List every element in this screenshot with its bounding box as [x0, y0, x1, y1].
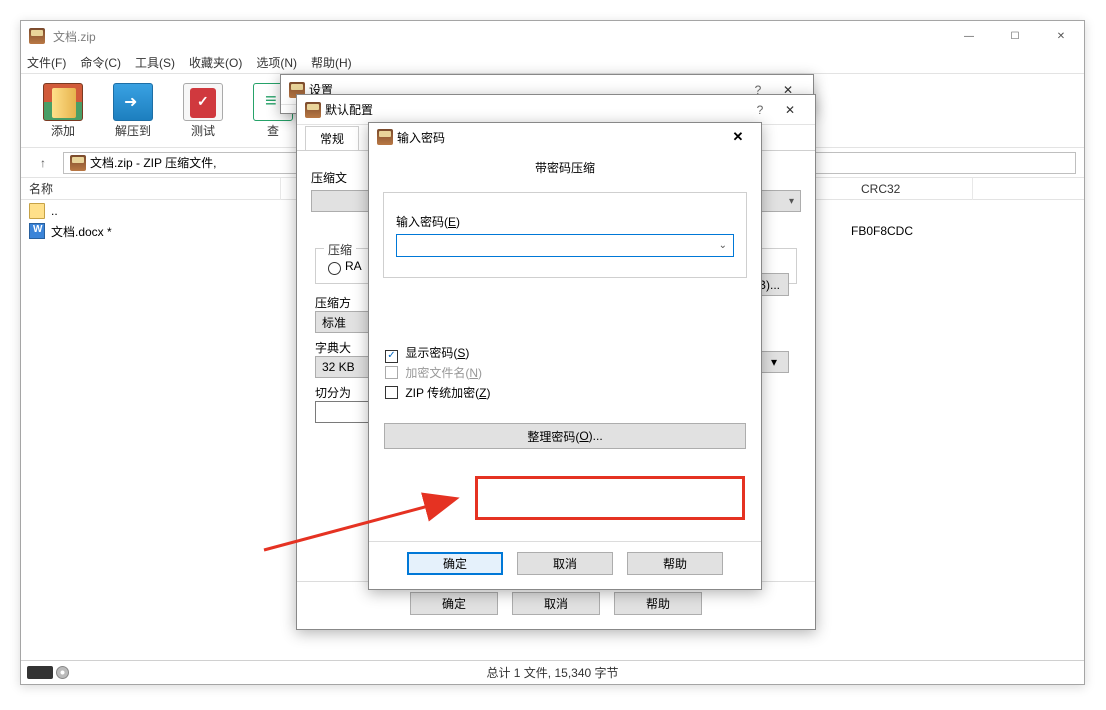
status-text: 总计 1 文件, 15,340 字节 — [486, 664, 618, 681]
toolbar-test-button[interactable]: 测试 — [173, 83, 233, 139]
organize-passwords-button[interactable]: 整理密码(O)... — [384, 423, 746, 449]
window-title: 文档.zip — [53, 28, 96, 45]
menu-command[interactable]: 命令(C) — [80, 54, 121, 71]
winrar-icon — [29, 28, 45, 44]
toolbar-test-label: 测试 — [191, 122, 215, 139]
checkbox-zip-legacy-row[interactable]: ZIP 传统加密(Z) — [385, 384, 745, 401]
chevron-down-icon: ⌄ — [719, 240, 727, 251]
toolbar-extract-label: 解压到 — [115, 122, 151, 139]
radio-rar-label: RA — [345, 259, 362, 273]
checkbox-encrypt-names-row: 加密文件名(N) — [385, 364, 745, 381]
chevron-down-icon: ▾ — [789, 196, 794, 207]
menu-help[interactable]: 帮助(H) — [311, 54, 352, 71]
chevron-down-icon: ▾ — [771, 355, 777, 369]
tab-general[interactable]: 常规 — [305, 126, 359, 150]
config-help-button[interactable]: 帮助 — [614, 592, 702, 615]
folder-icon — [29, 203, 45, 219]
toolbar-add-label: 添加 — [51, 122, 75, 139]
config-ok-button[interactable]: 确定 — [410, 592, 498, 615]
menu-options[interactable]: 选项(N) — [256, 54, 297, 71]
disc-icon — [56, 666, 69, 679]
menu-file[interactable]: 文件(F) — [27, 54, 66, 71]
list-item-label: .. — [51, 204, 58, 218]
settings-dropdown[interactable]: ▾ — [759, 351, 789, 373]
checkbox-show-password[interactable] — [385, 350, 398, 363]
password-titlebar: 输入密码 ✕ — [369, 123, 761, 151]
crc-value: FB0F8CDC — [851, 224, 913, 238]
statusbar-left — [27, 666, 69, 679]
password-dialog: 输入密码 ✕ 带密码压缩 输入密码(E) ⌄ 显示密码(S) 加密文件名(N) — [368, 122, 762, 590]
dict-value: 32 KB — [322, 360, 355, 374]
password-group: 输入密码(E) ⌄ — [383, 192, 747, 278]
close-icon[interactable]: ✕ — [773, 103, 807, 117]
password-title: 输入密码 — [397, 129, 445, 146]
config-title: 默认配置 — [325, 101, 373, 118]
split-input[interactable] — [315, 401, 369, 423]
password-heading: 带密码压缩 — [381, 159, 749, 176]
list-item-label: 文档.docx * — [51, 223, 112, 240]
drive-icon — [27, 666, 53, 679]
password-help-button[interactable]: 帮助 — [627, 552, 723, 575]
help-icon[interactable]: ? — [747, 103, 773, 117]
toolbar-add-button[interactable]: 添加 — [33, 83, 93, 139]
password-ok-button[interactable]: 确定 — [407, 552, 503, 575]
archive-icon — [70, 155, 86, 171]
test-icon — [183, 83, 223, 121]
dict-combo[interactable]: 32 KB — [315, 356, 369, 378]
password-cancel-button[interactable]: 取消 — [517, 552, 613, 575]
up-button[interactable]: ↑ — [29, 152, 57, 174]
menubar: 文件(F) 命令(C) 工具(S) 收藏夹(O) 选项(N) 帮助(H) — [21, 51, 1084, 73]
label-enter-password: 输入密码(E) — [396, 213, 734, 230]
method-value: 标准 — [322, 314, 346, 331]
password-button-row: 确定 取消 帮助 — [369, 542, 761, 589]
checkbox-zip-legacy[interactable] — [385, 386, 398, 399]
close-button[interactable]: ✕ — [1038, 21, 1084, 51]
menu-favorites[interactable]: 收藏夹(O) — [189, 54, 242, 71]
maximize-button[interactable]: ☐ — [992, 21, 1038, 51]
winrar-icon — [377, 129, 393, 145]
label-format: 压缩 — [324, 241, 356, 258]
toolbar-extract-button[interactable]: 解压到 — [103, 83, 163, 139]
col-crc32[interactable]: CRC32 — [853, 178, 973, 200]
checkbox-show-password-row[interactable]: 显示密码(S) — [385, 344, 745, 361]
minimize-button[interactable]: — — [946, 21, 992, 51]
statusbar: 总计 1 文件, 15,340 字节 — [21, 660, 1084, 684]
menu-tools[interactable]: 工具(S) — [135, 54, 175, 71]
toolbar-view-label: 查 — [267, 122, 279, 139]
winrar-icon — [305, 102, 321, 118]
close-icon[interactable]: ✕ — [723, 127, 753, 147]
config-cancel-button[interactable]: 取消 — [512, 592, 600, 615]
config-titlebar: 默认配置 ? ✕ — [297, 95, 815, 125]
col-name[interactable]: 名称 — [21, 178, 281, 200]
radio-rar[interactable] — [328, 262, 341, 275]
extract-icon — [113, 83, 153, 121]
docx-icon — [29, 223, 45, 239]
main-titlebar: 文档.zip — ☐ ✕ — [21, 21, 1084, 51]
add-icon — [43, 83, 83, 121]
method-combo[interactable]: 标准 — [315, 311, 369, 333]
path-text: 文档.zip - ZIP 压缩文件, — [90, 154, 216, 171]
checkbox-encrypt-names — [385, 366, 398, 379]
password-input[interactable]: ⌄ — [396, 234, 734, 257]
